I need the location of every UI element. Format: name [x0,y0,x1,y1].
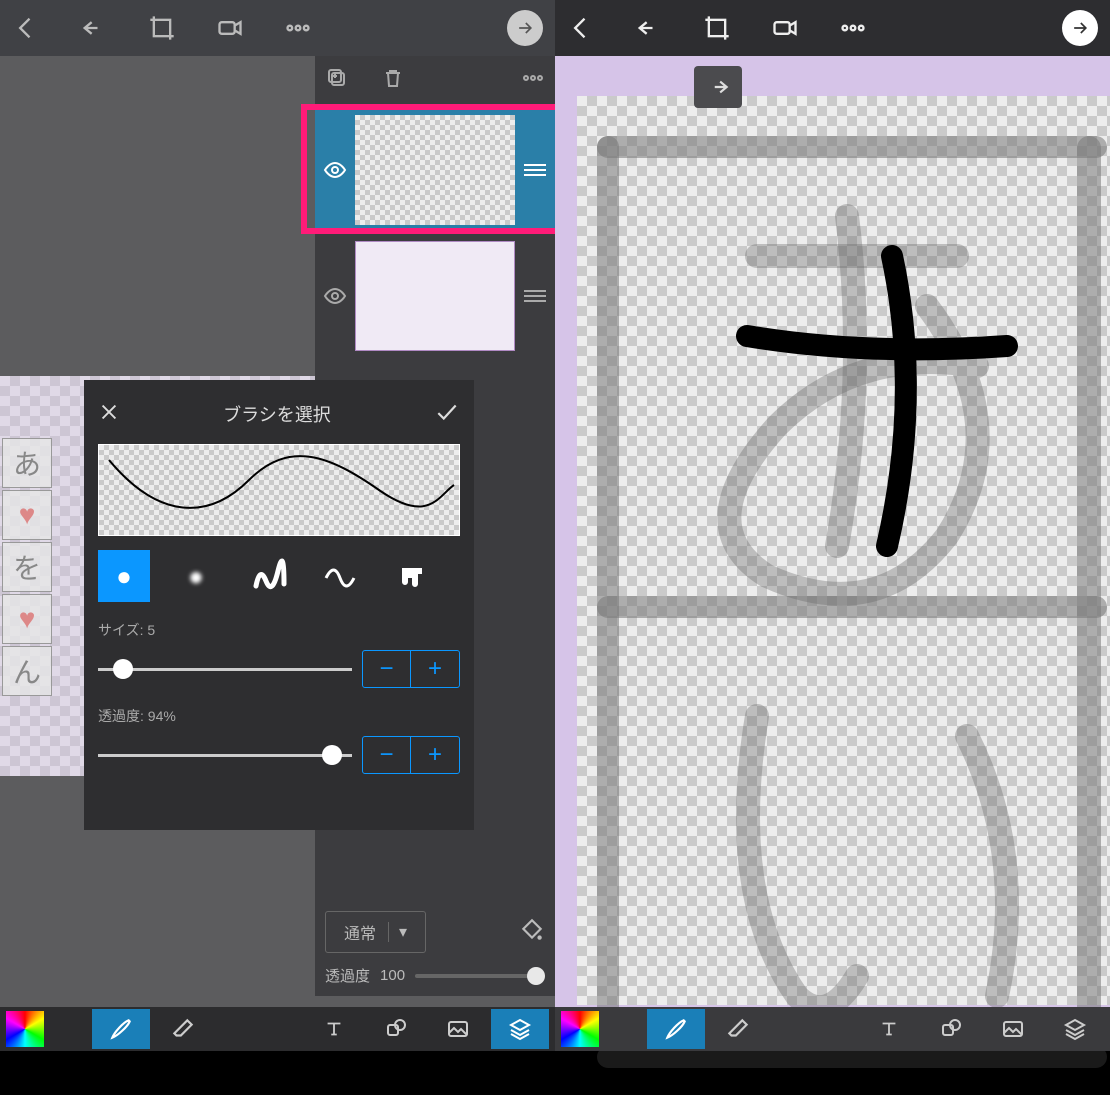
char-cell: を [2,542,52,592]
user-stroke [637,166,1077,606]
dropdown-caret-icon: ▾ [388,922,407,942]
opacity-slider[interactable] [98,754,352,757]
more-icon[interactable] [284,14,312,42]
eraser-tool-button[interactable] [709,1009,767,1049]
back-icon[interactable] [12,14,40,42]
opacity-value: 100 [380,967,405,984]
text-tool-button[interactable] [305,1009,363,1049]
layer-thumbnail [355,115,515,225]
brush-select-popup: ブラシを選択 ● ● サイズ: 5 − + [84,380,474,830]
brush-type-wave[interactable] [314,550,366,602]
next-button[interactable] [1062,10,1098,46]
layers-more-icon[interactable] [521,66,545,95]
brush-popup-title: ブラシを選択 [223,401,331,427]
color-picker-button[interactable] [561,1011,599,1047]
size-stepper: − + [362,650,460,688]
text-tool-button[interactable] [860,1009,918,1049]
brush-type-soft[interactable]: ● [170,550,222,602]
top-toolbar [555,0,1110,56]
bucket-icon[interactable] [519,917,545,948]
canvas-transparency[interactable] [577,96,1110,1005]
layer-properties: 通常 ▾ 透過度 100 [315,901,555,996]
brush-stroke-preview [98,444,460,536]
brush-type-solid[interactable]: ● [98,550,150,602]
crop-icon[interactable] [703,14,731,42]
confirm-icon[interactable] [434,399,460,430]
layers-tool-button[interactable] [491,1009,549,1049]
back-icon[interactable] [567,14,595,42]
brush-type-scribble[interactable] [242,550,294,602]
size-slider[interactable] [98,668,352,671]
top-toolbar [0,0,555,56]
undo-icon[interactable] [635,14,663,42]
layers-toolbar [315,56,555,104]
more-icon[interactable] [839,14,867,42]
drag-handle-icon[interactable] [515,164,555,176]
side-character-strip: あ ♥ を ♥ ん [0,436,85,716]
visibility-icon[interactable] [315,158,355,182]
bottom-toolbar [0,1007,555,1051]
brush-tool-button[interactable] [647,1009,705,1049]
layer-item[interactable] [315,236,555,356]
image-tool-button[interactable] [429,1009,487,1049]
record-icon[interactable] [216,14,244,42]
size-label: サイズ: 5 [98,620,460,640]
brush-tool-button[interactable] [92,1009,150,1049]
opacity-minus-button[interactable]: − [363,737,411,773]
image-tool-button[interactable] [984,1009,1042,1049]
bottom-toolbar [555,1007,1110,1051]
char-cell: あ [2,438,52,488]
record-icon[interactable] [771,14,799,42]
blend-mode-label: 通常 [344,920,376,944]
drag-handle-icon[interactable] [515,290,555,302]
shape-tool-button[interactable] [922,1009,980,1049]
char-cell: ♥ [2,594,52,644]
opacity-label: 透過度: 94% [98,706,460,726]
eraser-tool-button[interactable] [154,1009,212,1049]
color-picker-button[interactable] [6,1011,44,1047]
opacity-slider[interactable] [415,974,545,978]
next-button[interactable] [507,10,543,46]
undo-icon[interactable] [80,14,108,42]
close-icon[interactable] [98,401,120,428]
char-cell: ん [2,646,52,696]
opacity-stepper: − + [362,736,460,774]
shape-tool-button[interactable] [367,1009,425,1049]
layer-item-selected[interactable] [315,110,555,230]
size-plus-button[interactable]: + [411,651,459,687]
redo-button[interactable] [694,66,742,108]
crop-icon[interactable] [148,14,176,42]
brush-type-row: ● ● [98,550,460,602]
brush-type-drip[interactable] [386,550,438,602]
opacity-plus-button[interactable]: + [411,737,459,773]
blend-mode-select[interactable]: 通常 ▾ [325,911,426,953]
opacity-label: 透過度 [325,965,370,986]
add-layer-icon[interactable] [325,66,349,95]
size-minus-button[interactable]: − [363,651,411,687]
char-cell: ♥ [2,490,52,540]
trace-character-i [657,656,1077,1056]
delete-layer-icon[interactable] [381,66,405,95]
visibility-icon[interactable] [315,284,355,308]
layer-thumbnail [355,241,515,351]
layers-tool-button[interactable] [1046,1009,1104,1049]
